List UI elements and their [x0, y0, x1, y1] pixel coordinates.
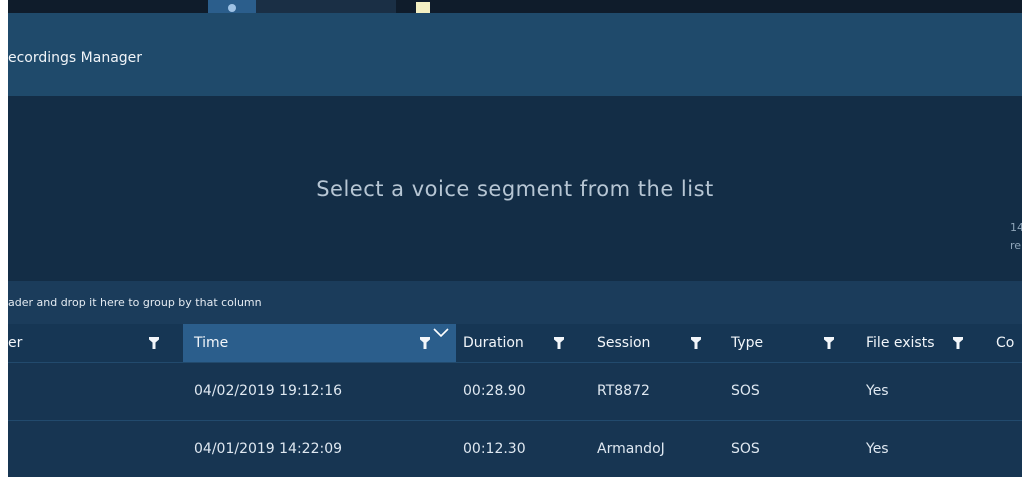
column-header-duration[interactable]: Duration: [456, 324, 594, 362]
player-side-text: 14: [1010, 221, 1022, 234]
top-tab-strip: [8, 0, 1022, 13]
column-label: Time: [194, 335, 229, 351]
column-header-user[interactable]: er: [8, 324, 183, 362]
cell-type: SOS: [731, 441, 760, 457]
cell-file-exists: Yes: [866, 383, 889, 399]
cell-session: RT8872: [597, 383, 650, 399]
cell-type: SOS: [731, 383, 760, 399]
column-header-comment[interactable]: Co: [988, 324, 1022, 362]
group-hint: ader and drop it here to group by that c…: [8, 296, 262, 309]
sort-descending-icon[interactable]: [433, 328, 449, 337]
filter-icon[interactable]: [420, 337, 430, 349]
cell-session: ArmandoJ: [597, 441, 665, 457]
cell-duration: 00:28.90: [463, 383, 526, 399]
filter-icon[interactable]: [691, 337, 701, 349]
column-header-session[interactable]: Session: [594, 324, 727, 362]
cell-file-exists: Yes: [866, 441, 889, 457]
player-prompt: Select a voice segment from the list: [316, 177, 714, 201]
table-row[interactable]: 04/02/2019 19:12:16 00:28.90 RT8872 SOS …: [8, 362, 1022, 420]
filter-icon[interactable]: [953, 337, 963, 349]
tab-indicator-icon: [228, 4, 236, 12]
note-icon[interactable]: [416, 2, 430, 13]
cell-duration: 00:12.30: [463, 441, 526, 457]
column-label: Duration: [463, 335, 524, 351]
table-row[interactable]: 04/01/2019 14:22:09 00:12.30 ArmandoJ SO…: [8, 420, 1022, 477]
column-label: er: [8, 335, 23, 351]
top-tab[interactable]: [256, 0, 396, 13]
column-label: Type: [731, 335, 764, 351]
column-header-time[interactable]: Time: [183, 324, 456, 362]
window-title: ecordings Manager: [8, 50, 143, 66]
filter-icon[interactable]: [824, 337, 834, 349]
column-label: File exists: [866, 335, 935, 351]
column-header-type[interactable]: Type: [727, 324, 860, 362]
filter-icon[interactable]: [149, 337, 159, 349]
group-panel[interactable]: ader and drop it here to group by that c…: [8, 281, 1022, 324]
column-label: Session: [597, 335, 651, 351]
top-tab-active[interactable]: [208, 0, 256, 13]
column-header-file-exists[interactable]: File exists: [860, 324, 988, 362]
voice-player-panel: Select a voice segment from the list 14 …: [8, 96, 1022, 281]
filter-icon[interactable]: [554, 337, 564, 349]
recordings-manager-window: ecordings Manager Select a voice segment…: [8, 0, 1022, 477]
cell-time: 04/02/2019 19:12:16: [194, 383, 343, 399]
title-bar: ecordings Manager: [8, 13, 1022, 96]
column-label: Co: [996, 335, 1015, 351]
player-side-text: re: [1010, 239, 1022, 252]
cell-time: 04/01/2019 14:22:09: [194, 441, 343, 457]
grid-header: er Time Duration Session Type File exist…: [8, 324, 1022, 362]
